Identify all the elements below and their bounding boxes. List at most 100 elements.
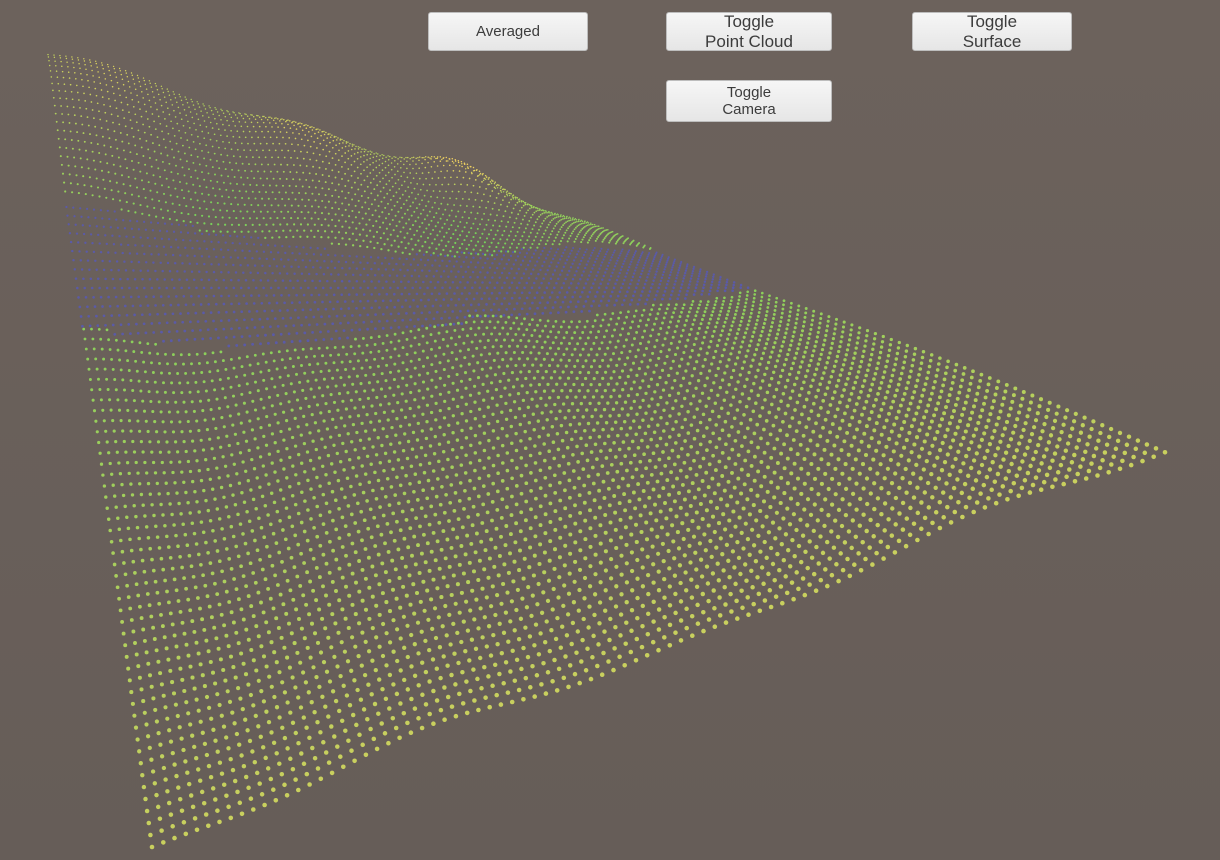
terrain-point [515, 217, 518, 220]
terrain-point [320, 437, 324, 441]
terrain-point [519, 209, 521, 212]
terrain-point [357, 199, 360, 202]
terrain-point [438, 392, 442, 396]
terrain-point [292, 235, 295, 239]
terrain-point [707, 369, 712, 373]
terrain-point [455, 438, 460, 442]
water-point [264, 333, 267, 337]
terrain-point [171, 148, 174, 151]
terrain-point [658, 375, 662, 380]
water-point [323, 260, 326, 263]
terrain-point [89, 61, 92, 63]
terrain-point [182, 104, 184, 106]
terrain-point [298, 380, 302, 384]
terrain-point [169, 140, 172, 143]
terrain-point [243, 203, 246, 206]
terrain-point [358, 211, 361, 214]
terrain-point [714, 373, 718, 378]
terrain-point [196, 221, 199, 224]
terrain-point [287, 400, 291, 404]
terrain-point [214, 117, 216, 120]
terrain-point [389, 442, 393, 446]
water-point [659, 258, 662, 261]
terrain-point [668, 414, 672, 418]
terrain-point [216, 369, 220, 373]
terrain-point [376, 184, 379, 187]
water-point [703, 280, 707, 284]
terrain-point [179, 158, 182, 161]
terrain-point [585, 408, 589, 412]
water-point [396, 299, 400, 302]
terrain-point [67, 113, 70, 116]
terrain-point [545, 352, 549, 356]
terrain-point [160, 208, 163, 211]
terrain-point [405, 352, 409, 356]
terrain-point [291, 143, 293, 146]
terrain-point [160, 152, 163, 155]
water-point [666, 259, 669, 262]
terrain-point [723, 371, 727, 375]
terrain-point [577, 422, 582, 426]
terrain-point [523, 446, 528, 450]
terrain-point [565, 217, 568, 219]
terrain-point [592, 231, 595, 234]
terrain-point [80, 115, 83, 117]
water-point [381, 274, 384, 277]
terrain-point [334, 213, 337, 216]
terrain-point [412, 156, 415, 159]
terrain-point [226, 135, 228, 137]
water-point [220, 271, 223, 274]
terrain-point [353, 160, 356, 163]
water-point [229, 234, 232, 238]
terrain-point [215, 159, 218, 162]
water-point [170, 278, 174, 281]
terrain-point [474, 232, 477, 235]
water-point [640, 272, 643, 276]
terrain-point [414, 243, 417, 247]
terrain-point [251, 190, 254, 193]
terrain-point [315, 128, 317, 131]
terrain-point [562, 234, 565, 237]
terrain-point [126, 408, 130, 412]
terrain-point [367, 480, 372, 485]
terrain-point [141, 91, 143, 93]
terrain-point [111, 419, 115, 423]
terrain-point [354, 148, 356, 150]
terrain-point [232, 210, 235, 213]
3d-viewport[interactable] [0, 0, 1220, 860]
terrain-point [565, 221, 567, 224]
terrain-point [507, 315, 511, 319]
terrain-point [410, 182, 412, 184]
terrain-point [622, 344, 626, 348]
terrain-point [349, 142, 351, 145]
terrain-point [298, 192, 301, 194]
terrain-point [464, 402, 468, 406]
terrain-point [579, 436, 583, 441]
water-point [301, 259, 304, 262]
terrain-point [331, 169, 334, 172]
terrain-point [483, 314, 487, 318]
terrain-point [294, 473, 298, 477]
terrain-point [158, 361, 161, 365]
terrain-point [216, 180, 219, 183]
terrain-point [460, 412, 464, 416]
water-point [229, 256, 232, 259]
terrain-point [441, 158, 443, 161]
terrain-point [157, 93, 160, 96]
water-point [536, 260, 539, 263]
water-point [491, 276, 494, 279]
terrain-point [360, 464, 364, 468]
terrain-point [257, 115, 259, 117]
terrain-point [597, 225, 600, 227]
terrain-point [222, 112, 225, 114]
terrain-point [586, 421, 591, 426]
terrain-point [108, 137, 111, 140]
terrain-point [248, 363, 252, 367]
terrain-point [116, 398, 120, 402]
terrain-point [609, 376, 613, 380]
terrain-point [91, 109, 94, 111]
terrain-point [163, 96, 166, 98]
terrain-point [698, 303, 701, 307]
terrain-point [521, 218, 524, 221]
water-point [161, 303, 165, 307]
